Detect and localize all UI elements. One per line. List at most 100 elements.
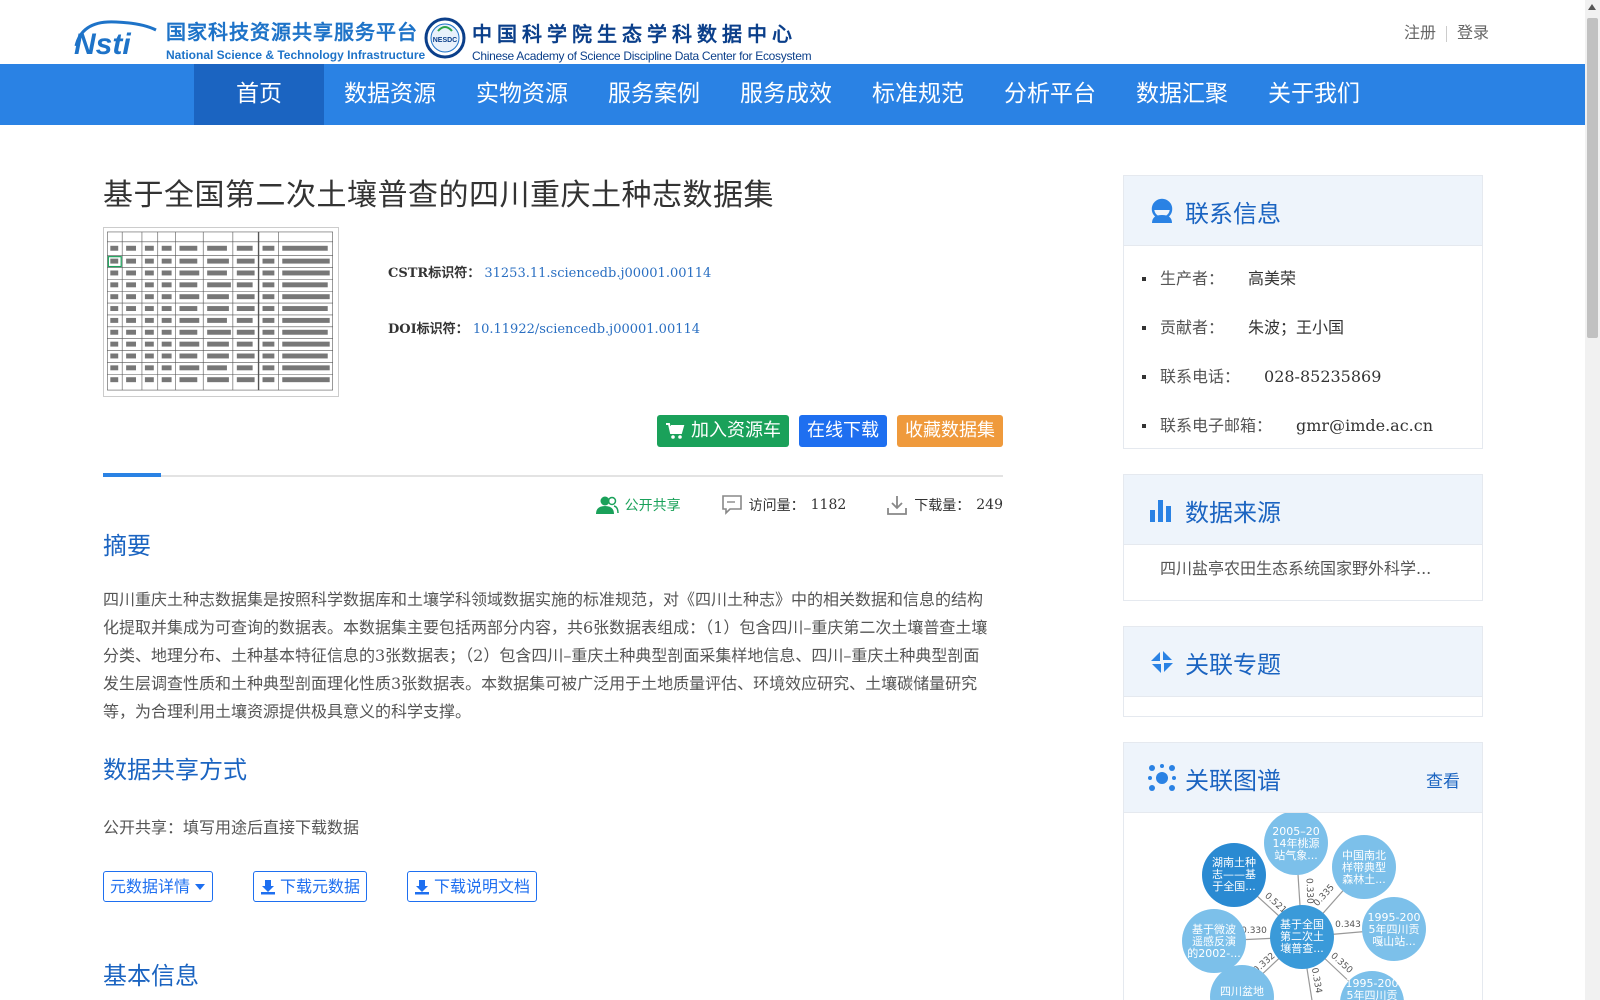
dataset-actions: 加入资源车 在线下载 收藏数据集: [657, 415, 1003, 447]
nsti-logo-icon[interactable]: Nsti: [72, 16, 160, 58]
nesdc-logo-icon[interactable]: NESDC: [424, 17, 466, 59]
download-metadata-label: 下载元数据: [280, 877, 361, 896]
sharing-text: 公开共享：填写用途后直接下载数据: [103, 818, 360, 837]
download-icon: [887, 496, 908, 515]
edge-weight-label: 0.335: [1312, 883, 1337, 909]
related-topics-panel-title: 关联专题: [1185, 651, 1281, 679]
graph-node[interactable]: 中国南北 样带典型 森林土...: [1332, 835, 1396, 899]
online-download-label: 在线下载: [807, 420, 879, 441]
basic-info-heading: 基本信息: [103, 962, 199, 990]
data-source-link[interactable]: 四川盐亭农田生态系统国家野外科学...: [1124, 545, 1482, 601]
nsti-name-cn: 国家科技资源共享服务平台: [166, 20, 418, 44]
downloads-label: 下载量：: [914, 498, 971, 514]
relation-graph[interactable]: 0.521 0.330 0.335 0.343 0.330 0.350 0.33…: [1124, 811, 1483, 1000]
graph-node-label: 基于微波: [1192, 922, 1236, 936]
metadata-details-button[interactable]: 元数据详情: [103, 871, 214, 902]
nesdc-name-cn: 中国科学院生态学科数据中心: [472, 22, 797, 46]
public-share-stat: 公开共享: [595, 495, 681, 515]
contact-item-label: 联系电话：: [1160, 366, 1241, 386]
nav-item-service-results[interactable]: 服务成效: [720, 64, 852, 125]
nav-item-home[interactable]: 首页: [194, 64, 324, 125]
dataset-stats: 公开共享 访问量： 1182 下载量： 249: [555, 494, 1003, 516]
graph-node-label: 站气象...: [1274, 848, 1318, 862]
relation-graph-panel: 关联图谱 查看 0.521 0.330 0.335 0.343 0.330 0.…: [1123, 742, 1483, 1000]
graph-node[interactable]: 基于微波 遥感反演 的2002-...: [1182, 909, 1246, 973]
download-icon: [415, 879, 430, 894]
tab-active-indicator: [103, 473, 161, 477]
contact-panel-title: 联系信息: [1185, 200, 1281, 228]
bullet-dot: [1142, 325, 1146, 330]
nav-item-about-us[interactable]: 关于我们: [1248, 64, 1380, 125]
contact-item-phone: 联系电话： 028-85235869: [1142, 352, 1482, 401]
nav-item-service-cases[interactable]: 服务案例: [588, 64, 720, 125]
metadata-details-label: 元数据详情: [110, 877, 191, 896]
contact-item-value[interactable]: gmr@imde.ac.cn: [1296, 404, 1433, 448]
users-icon: [595, 496, 619, 514]
download-doc-button[interactable]: 下载说明文档: [407, 871, 538, 902]
visits-stat: 访问量： 1182: [721, 494, 846, 516]
data-source-panel-header: 数据来源: [1124, 475, 1482, 545]
bullet-dot: [1142, 276, 1146, 281]
dataset-identifiers: CSTR标识符： 31253.11.sciencedb.j00001.00114…: [388, 262, 711, 374]
graph-node-label: 的2002-...: [1187, 946, 1240, 960]
nav-item-physical-resources[interactable]: 实物资源: [456, 64, 588, 125]
graph-node[interactable]: 1995-200 5年四川贡 嘎山站...: [1362, 897, 1426, 961]
tab-divider: [103, 473, 1003, 477]
nesdc-badge-text: NESDC: [433, 37, 458, 44]
scroll-up-arrow-icon[interactable]: [1588, 4, 1596, 10]
public-share-label: 公开共享: [624, 498, 681, 514]
network-graph-icon: [1148, 764, 1176, 791]
graph-node-label: 四川盆地: [1220, 984, 1264, 998]
view-graph-link[interactable]: 查看: [1426, 767, 1460, 792]
collect-dataset-button[interactable]: 收藏数据集: [897, 415, 1003, 447]
nav-item-analysis-platform[interactable]: 分析平台: [984, 64, 1116, 125]
svg-text:Nsti: Nsti: [74, 28, 131, 58]
add-to-cart-label: 加入资源车: [691, 420, 781, 441]
contact-panel: 联系信息 生产者： 高美荣 贡献者： 朱波；王小国 联系电话： 028-8523586…: [1123, 175, 1483, 449]
visits-label: 访问量：: [748, 498, 805, 514]
dataset-main: 基于全国第二次土壤普查的四川重庆土种志数据集 CSTR标识符： 31253.11…: [103, 170, 1003, 990]
cstr-link[interactable]: 31253.11.sciencedb.j00001.00114: [484, 266, 711, 281]
contact-item-value: 028-85235869: [1264, 366, 1382, 386]
dataset-preview-thumbnail[interactable]: [103, 227, 339, 397]
top-header: Nsti 国家科技资源共享服务平台 National Science & Tec…: [0, 0, 1585, 64]
contact-item-label: 生产者：: [1160, 268, 1225, 288]
nav-item-data-resources[interactable]: 数据资源: [324, 64, 456, 125]
graph-node[interactable]: 基于全国 第二次土 壤普查...: [1270, 905, 1334, 969]
page-scrollbar[interactable]: [1585, 0, 1600, 1000]
relation-graph-panel-header: 关联图谱 查看: [1124, 743, 1482, 813]
bullet-dot: [1142, 423, 1146, 428]
doi-row: DOI标识符： 10.11922/sciencedb.j00001.00114: [388, 318, 711, 374]
nesdc-logo-text[interactable]: 中国科学院生态学科数据中心 Chinese Academy of Science…: [472, 18, 812, 63]
graph-node[interactable]: 2005–20 14年桃源 站气象...: [1264, 811, 1328, 875]
dataset-title: 基于全国第二次土壤普查的四川重庆土种志数据集: [103, 178, 774, 213]
data-source-panel-title: 数据来源: [1185, 499, 1281, 527]
main-nav: 首页 数据资源 实物资源 服务案例 服务成效 标准规范 分析平台 数据汇聚 关于…: [0, 64, 1585, 125]
nav-item-standards[interactable]: 标准规范: [852, 64, 984, 125]
collect-dataset-label: 收藏数据集: [905, 420, 995, 441]
graph-node[interactable]: 1995-200 5年四川贡: [1340, 971, 1404, 1000]
doi-link[interactable]: 10.11922/sciencedb.j00001.00114: [473, 322, 700, 337]
data-source-panel: 数据来源 四川盐亭农田生态系统国家野外科学...: [1123, 474, 1483, 601]
register-link[interactable]: 注册: [1404, 23, 1436, 42]
graph-node-label: 壤普查...: [1280, 941, 1324, 955]
add-to-cart-button[interactable]: 加入资源车: [657, 415, 789, 447]
abstract-text: 四川重庆土种志数据集是按照科学数据库和土壤学科领域数据实施的标准规范，对《四川土…: [103, 590, 988, 721]
scroll-thumb[interactable]: [1587, 18, 1598, 338]
nav-item-data-aggregation[interactable]: 数据汇聚: [1116, 64, 1248, 125]
graph-node-label: 嘎山站...: [1372, 934, 1416, 948]
graph-node[interactable]: 湖南土种 志——基 于全国...: [1202, 843, 1266, 907]
online-download-button[interactable]: 在线下载: [799, 415, 887, 447]
contact-panel-header: 联系信息: [1124, 176, 1482, 246]
contact-item-value: 朱波；王小国: [1248, 317, 1345, 337]
nsti-name-en: National Science & Technology Infrastruc…: [166, 48, 426, 62]
nsti-logo-text[interactable]: 国家科技资源共享服务平台 National Science & Technolo…: [166, 16, 425, 62]
login-link[interactable]: 登录: [1457, 23, 1489, 42]
downloads-stat: 下载量： 249: [886, 494, 1003, 516]
edge-weight-label: 0.350: [1328, 951, 1354, 976]
graph-node-label: 14年桃源: [1273, 836, 1320, 850]
metadata-buttons: 元数据详情 下载元数据 下载说明文档: [103, 871, 538, 902]
contact-item-contributor: 贡献者： 朱波；王小国: [1142, 303, 1482, 352]
contact-list: 生产者： 高美荣 贡献者： 朱波；王小国 联系电话： 028-85235869 联系电…: [1124, 246, 1482, 450]
download-metadata-button[interactable]: 下载元数据: [253, 871, 368, 902]
